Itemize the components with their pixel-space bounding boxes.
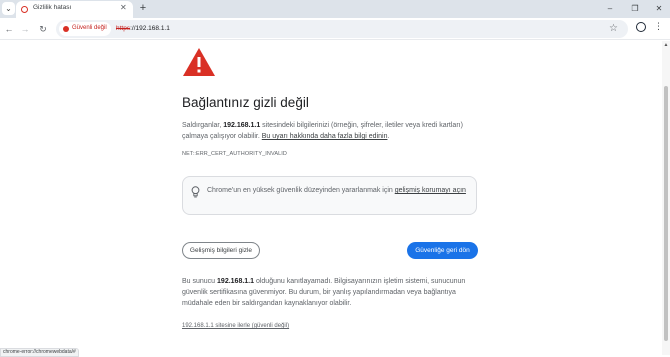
lightbulb-icon (191, 185, 200, 203)
minimize-button[interactable]: – (599, 2, 621, 16)
not-secure-icon (63, 26, 69, 32)
address-bar[interactable]: Güvenli değil https://192.168.1.1 ☆ (56, 20, 628, 38)
warning-favicon-icon (21, 6, 28, 13)
enhanced-protection-text: Chrome'un en yüksek güvenlik düzeyinden … (207, 187, 466, 194)
warning-triangle-icon (182, 47, 216, 82)
url-scheme: https (116, 25, 131, 32)
tab-strip: ⌄ Gizlilik hatası ✕ + – ❐ ✕ (0, 0, 670, 18)
details-host-name: 192.168.1.1 (217, 278, 255, 285)
learn-more-link[interactable]: Bu uyarı hakkında daha fazla bilgi edini… (262, 133, 388, 140)
url-text[interactable]: https://192.168.1.1 (116, 25, 170, 32)
new-tab-button[interactable]: + (136, 1, 150, 15)
page-title: Bağlantınız gizli değil (182, 95, 309, 110)
tab-privacy-error[interactable]: Gizlilik hatası ✕ (16, 1, 133, 18)
forward-button[interactable]: → (18, 22, 32, 36)
vertical-scrollbar[interactable]: ▲ (662, 41, 670, 355)
tab-title: Gizlilik hatası (33, 4, 72, 11)
tab-close-icon[interactable]: ✕ (120, 3, 127, 12)
back-to-safety-button[interactable]: Güvenliğe geri dön (407, 242, 478, 259)
tab-search-button[interactable]: ⌄ (2, 2, 15, 15)
intro-paragraph: Saldırganlar, 192.168.1.1 sitesindeki bi… (182, 122, 463, 140)
url-host: ://192.168.1.1 (130, 25, 170, 32)
profile-avatar-icon[interactable] (636, 22, 646, 32)
back-button[interactable]: ← (2, 22, 16, 36)
security-label: Güvenli değil (72, 25, 107, 31)
host-name: 192.168.1.1 (223, 122, 261, 129)
toolbar: ← → ↻ Güvenli değil https://192.168.1.1 … (0, 18, 670, 40)
bookmark-star-icon[interactable]: ☆ (609, 23, 618, 34)
scroll-thumb[interactable] (664, 86, 668, 341)
more-menu-icon[interactable]: ⋮ (654, 21, 663, 32)
maximize-button[interactable]: ❐ (624, 2, 646, 16)
reload-button[interactable]: ↻ (36, 22, 50, 36)
details-paragraph: Bu sunucu 192.168.1.1 olduğunu kanıtlaya… (182, 278, 466, 307)
enhanced-protection-link[interactable]: gelişmiş korumayı açın (395, 187, 466, 194)
status-bar: chrome-error://chromewebdata/# (0, 348, 79, 357)
error-code: NET::ERR_CERT_AUTHORITY_INVALID (182, 151, 287, 157)
hide-advanced-button[interactable]: Gelişmiş bilgileri gizle (182, 242, 260, 259)
security-chip[interactable]: Güvenli değil (59, 22, 111, 36)
close-window-button[interactable]: ✕ (648, 2, 670, 16)
proceed-unsafe-link[interactable]: 192.168.1.1 sitesine ilerle (güvenli değ… (182, 323, 289, 329)
scroll-up-arrow-icon[interactable]: ▲ (662, 41, 670, 49)
enhanced-protection-box: Chrome'un en yüksek güvenlik düzeyinden … (182, 176, 477, 215)
